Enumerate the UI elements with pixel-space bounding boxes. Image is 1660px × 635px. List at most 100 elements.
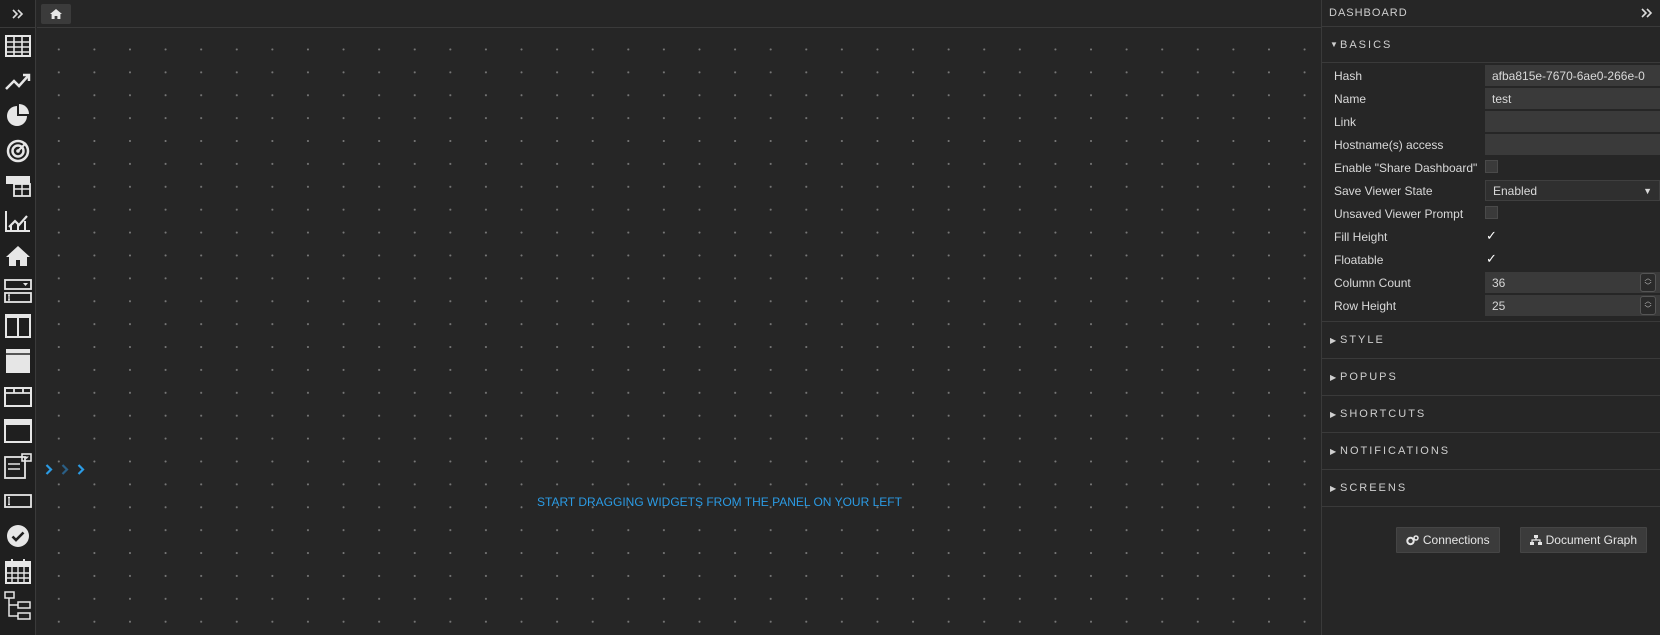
caret-right-icon: ▶: [1330, 409, 1339, 419]
section-notifications-header[interactable]: ▶ NOTIFICATIONS: [1322, 433, 1660, 469]
panel-action-buttons: Connections Document Graph: [1322, 507, 1660, 553]
dropdown-widget-icon: [4, 452, 32, 479]
home-icon: [50, 9, 62, 19]
section-notifications-title: NOTIFICATIONS: [1340, 445, 1451, 457]
widget-two-column[interactable]: [0, 308, 36, 343]
link-field[interactable]: [1485, 111, 1660, 132]
section-basics-header[interactable]: ▼ BASICS: [1322, 27, 1660, 63]
widget-row-layout[interactable]: [0, 343, 36, 378]
floatable-checkbox[interactable]: ✓: [1485, 251, 1498, 266]
section-basics: ▼ BASICS Hash Name Link Hostname(s) acce…: [1322, 27, 1660, 322]
prop-row-height: Row Height 25 ︿ ﹀: [1322, 294, 1660, 317]
section-notifications: ▶ NOTIFICATIONS: [1322, 433, 1660, 470]
widget-line-chart[interactable]: [0, 63, 36, 98]
row-height-value: 25: [1492, 298, 1506, 313]
canvas-empty-hint: START DRAGGING WIDGETS FROM THE PANEL ON…: [537, 495, 902, 509]
chevron-right-icon: [45, 464, 53, 475]
breadcrumb-home-button[interactable]: [41, 4, 71, 24]
section-basics-title: BASICS: [1340, 38, 1393, 51]
section-screens-header[interactable]: ▶ SCREENS: [1322, 470, 1660, 506]
widget-calendar[interactable]: [0, 553, 36, 588]
prop-name: Name: [1322, 87, 1660, 110]
section-shortcuts-title: SHORTCUTS: [1340, 408, 1427, 420]
section-popups-title: POPUPS: [1340, 371, 1398, 383]
tabs-layout-icon: [4, 386, 32, 407]
widget-tree[interactable]: [0, 588, 36, 623]
caret-right-icon: ▶: [1330, 483, 1339, 493]
row-height-stepper[interactable]: 25 ︿ ﹀: [1485, 295, 1660, 316]
save-viewer-state-select[interactable]: Enabled ▼: [1485, 180, 1660, 201]
prop-link-label: Link: [1334, 114, 1357, 129]
widget-sidebar: [0, 0, 36, 635]
prop-fill-height-label: Fill Height: [1334, 229, 1388, 244]
double-chevron-right-icon[interactable]: [1641, 8, 1653, 18]
column-count-spin-buttons[interactable]: ︿ ﹀: [1640, 273, 1656, 292]
widget-form[interactable]: [0, 273, 36, 308]
section-screens: ▶ SCREENS: [1322, 470, 1660, 507]
hostname-field[interactable]: [1485, 134, 1660, 155]
document-graph-button-label: Document Graph: [1545, 533, 1637, 547]
section-shortcuts-header[interactable]: ▶ SHORTCUTS: [1322, 396, 1660, 432]
widget-dropdown[interactable]: [0, 448, 36, 483]
caret-down-icon: ▼: [1643, 185, 1652, 196]
widget-pie-chart[interactable]: [0, 98, 36, 133]
fill-height-checkbox[interactable]: ✓: [1485, 228, 1498, 243]
chevron-right-icon: [61, 464, 69, 475]
save-viewer-state-value: Enabled: [1493, 183, 1538, 198]
pivot-table-icon: [6, 175, 31, 197]
widget-tabs[interactable]: [0, 378, 36, 413]
widget-pivot-table[interactable]: [0, 168, 36, 203]
form-widget-icon: [4, 278, 32, 303]
widget-text-input[interactable]: [0, 483, 36, 518]
hash-field[interactable]: [1485, 65, 1660, 86]
chevron-down-icon[interactable]: ﹀: [1645, 306, 1652, 314]
connections-button-label: Connections: [1422, 533, 1490, 547]
tree-icon: [4, 590, 31, 620]
row-height-spin-buttons[interactable]: ︿ ﹀: [1640, 296, 1656, 315]
column-count-value: 36: [1492, 275, 1506, 290]
chevron-up-icon[interactable]: ︿: [1645, 298, 1652, 306]
pie-chart-icon: [7, 103, 29, 126]
chevron-right-icon: [77, 464, 85, 475]
prop-hostname-label: Hostname(s) access: [1334, 137, 1444, 152]
calendar-icon: [5, 558, 31, 584]
table-icon: [5, 34, 31, 57]
widget-table[interactable]: [0, 28, 36, 63]
chevron-up-icon[interactable]: ︿: [1645, 275, 1652, 283]
prop-name-label: Name: [1334, 91, 1367, 106]
section-popups-header[interactable]: ▶ POPUPS: [1322, 359, 1660, 395]
widget-combo-chart[interactable]: [0, 203, 36, 238]
row-layout-icon: [6, 348, 30, 373]
canvas-chevrons: [45, 464, 85, 475]
name-field[interactable]: [1485, 88, 1660, 109]
two-column-layout-icon: [5, 313, 31, 338]
expand-sidebar-button[interactable]: [0, 0, 35, 28]
dashboard-canvas[interactable]: START DRAGGING WIDGETS FROM THE PANEL ON…: [37, 28, 1321, 635]
prop-hash-label: Hash: [1334, 68, 1363, 83]
share-dashboard-checkbox[interactable]: [1485, 160, 1498, 173]
unsaved-viewer-prompt-checkbox[interactable]: [1485, 206, 1498, 219]
section-style-header[interactable]: ▶ STYLE: [1322, 322, 1660, 358]
widget-window[interactable]: [0, 413, 36, 448]
caret-right-icon: ▶: [1330, 446, 1339, 456]
panel-header: DASHBOARD: [1322, 0, 1660, 27]
prop-save-viewer-state: Save Viewer State Enabled ▼: [1322, 179, 1660, 202]
document-graph-button[interactable]: Document Graph: [1519, 527, 1647, 553]
prop-save-state-label: Save Viewer State: [1334, 183, 1433, 198]
widget-home[interactable]: [0, 238, 36, 273]
widget-gauge[interactable]: [0, 133, 36, 168]
dashboard-properties-panel: DASHBOARD ▼ BASICS Hash Name Link Hostna…: [1321, 0, 1660, 635]
widget-checkmark[interactable]: [0, 518, 36, 553]
connections-button[interactable]: Connections: [1395, 527, 1500, 553]
section-popups: ▶ POPUPS: [1322, 359, 1660, 396]
chevron-down-icon[interactable]: ﹀: [1645, 283, 1652, 291]
section-style: ▶ STYLE: [1322, 322, 1660, 359]
prop-column-count-label: Column Count: [1334, 275, 1411, 290]
line-chart-icon: [5, 73, 31, 90]
sitemap-icon: [1529, 534, 1542, 545]
window-icon: [4, 418, 32, 443]
column-count-stepper[interactable]: 36 ︿ ﹀: [1485, 272, 1660, 293]
prop-floatable-label: Floatable: [1334, 252, 1384, 267]
prop-fill-height: Fill Height ✓: [1322, 225, 1660, 248]
prop-share-dashboard: Enable "Share Dashboard": [1322, 156, 1660, 179]
